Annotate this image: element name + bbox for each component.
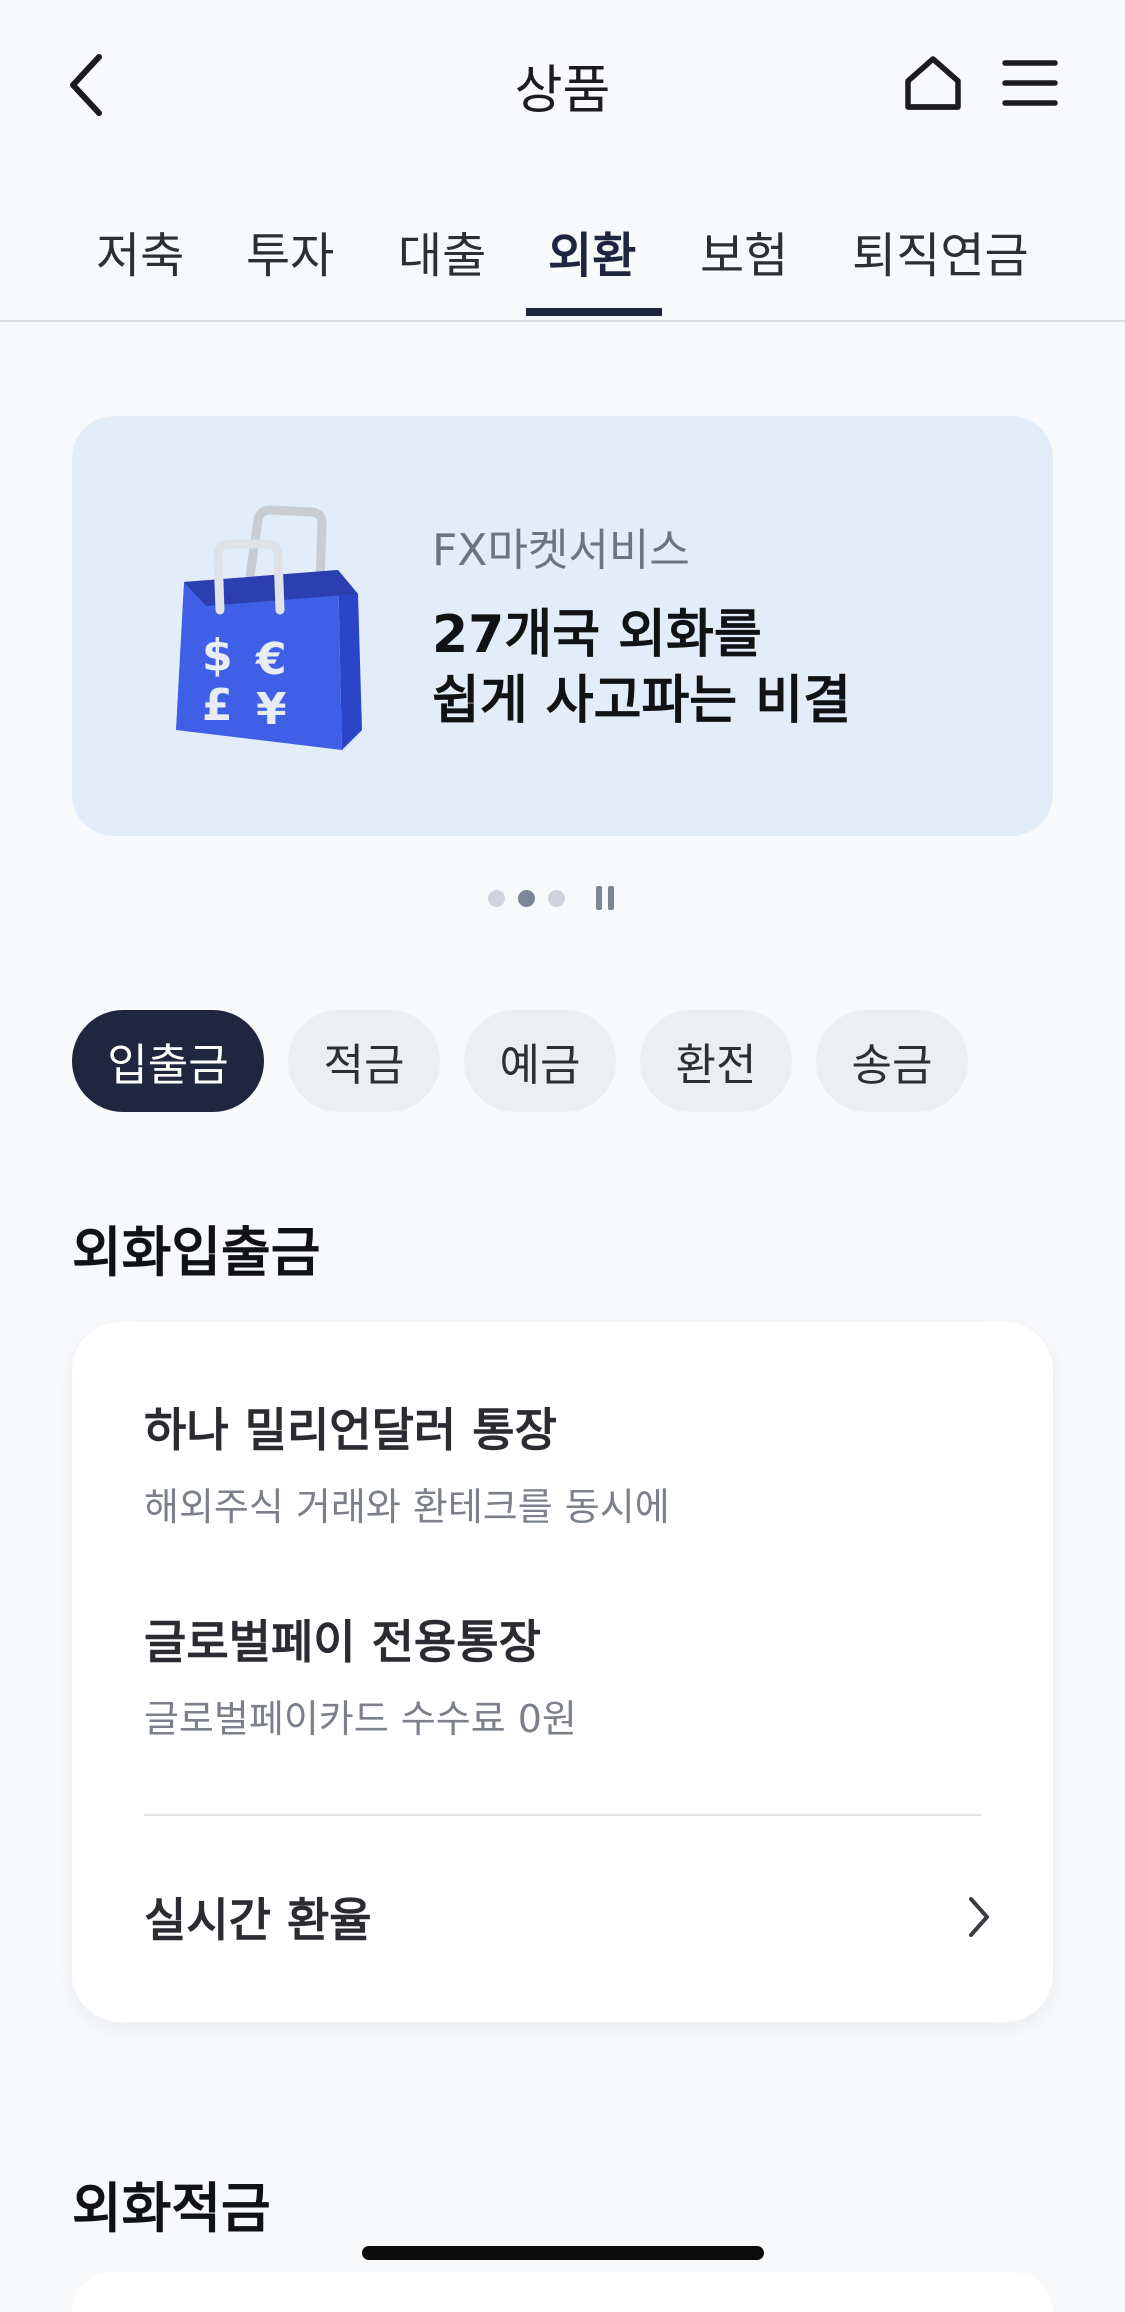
yen-symbol: ¥ — [256, 684, 287, 735]
shopping-bag-currency-icon: $ € £ ¥ — [176, 505, 362, 750]
product-subtitle: 해외주식 거래와 환테크를 동시에 — [144, 1485, 670, 1529]
hamburger-menu-icon — [1002, 60, 1058, 106]
product-title: 하나 밀리언달러 통장 — [144, 1403, 557, 1457]
promo-banner[interactable]: $ € £ ¥ FX마켓서비스 27개국 외화를 쉽게 사고파는 비결 — [72, 416, 1053, 836]
product-title: 글로벌페이 전용통장 — [144, 1615, 541, 1669]
tab-loan[interactable]: 대출 — [398, 216, 486, 286]
chip-time-deposit[interactable]: 예금 — [464, 1010, 616, 1112]
product-subtitle: 글로벌페이카드 수수료 0원 — [144, 1697, 577, 1741]
home-icon — [905, 56, 961, 110]
banner-kicker: FX마켓서비스 — [432, 525, 690, 576]
chip-deposit-withdrawal[interactable]: 입출금 — [72, 1010, 264, 1112]
pause-icon[interactable] — [596, 886, 614, 910]
carousel-dot-active — [518, 889, 535, 907]
euro-symbol: € — [255, 634, 287, 685]
section-title-savings: 외화적금 — [72, 2177, 271, 2240]
carousel-indicator — [488, 883, 614, 913]
realtime-exchange-rate-link[interactable]: 실시간 환율 — [144, 1882, 993, 1952]
tab-savings[interactable]: 저축 — [96, 216, 184, 286]
product-filter-chips: 입출금 적금 예금 환전 송금 — [72, 1010, 992, 1112]
section-title-deposit: 외화입출금 — [72, 1221, 321, 1284]
menu-button[interactable] — [992, 45, 1068, 121]
product-item[interactable]: 글로벌페이 전용통장 글로벌페이카드 수수료 0원 — [144, 1606, 577, 1743]
tab-retirement-pension[interactable]: 퇴직연금 — [852, 216, 1029, 286]
tab-foreign-exchange[interactable]: 외환 — [548, 216, 636, 286]
tab-investment[interactable]: 투자 — [246, 216, 334, 286]
chip-remittance[interactable]: 송금 — [816, 1010, 968, 1112]
dollar-symbol: $ — [202, 630, 233, 681]
chevron-right-icon — [969, 1897, 989, 1937]
category-tabs: 저축 투자 대출 외환 보험 퇴직연금 — [0, 196, 1125, 322]
deposit-product-card: 하나 밀리언달러 통장 해외주식 거래와 환테크를 동시에 글로벌페이 전용통장… — [72, 1322, 1053, 2022]
carousel-dot — [548, 889, 565, 907]
pound-symbol: £ — [202, 680, 233, 731]
home-indicator[interactable] — [362, 2246, 764, 2260]
banner-headline: 27개국 외화를 쉽게 사고파는 비결 — [432, 605, 851, 731]
top-bar: 상품 — [0, 0, 1125, 170]
rate-link-label: 실시간 환율 — [144, 1893, 372, 1947]
carousel-dot — [488, 889, 505, 907]
active-tab-indicator — [526, 308, 662, 316]
product-item[interactable]: 하나 밀리언달러 통장 해외주식 거래와 환테크를 동시에 — [144, 1394, 670, 1531]
chip-installment-savings[interactable]: 적금 — [288, 1010, 440, 1112]
chip-exchange[interactable]: 환전 — [640, 1010, 792, 1112]
savings-product-card — [72, 2272, 1053, 2312]
home-button[interactable] — [895, 45, 971, 121]
divider — [144, 1814, 981, 1816]
tab-insurance[interactable]: 보험 — [700, 216, 788, 286]
